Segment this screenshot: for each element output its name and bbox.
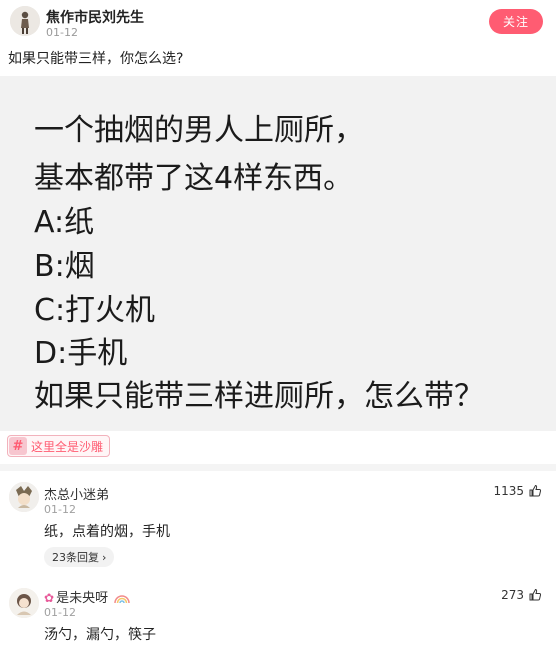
image-text-line: D:手机 <box>34 336 128 371</box>
post-image[interactable]: 一个抽烟的男人上厕所， 基本都带了这4样东西。 A:纸 B:烟 C:打火机 D:… <box>0 76 556 431</box>
comment-item: ✿ 是未央呀 01-12 汤勺，漏勺，筷子 273 <box>0 584 556 646</box>
rainbow-icon <box>114 595 130 604</box>
comment-item: 杰总小迷弟 01-12 纸，点着的烟，手机 1135 23条回复 › <box>0 478 556 568</box>
thumbs-up-icon <box>529 484 542 497</box>
image-text-line: 基本都带了这4样东西。 <box>34 161 354 196</box>
section-divider <box>0 464 556 471</box>
author-avatar[interactable] <box>10 6 40 36</box>
like-count: 1135 <box>493 484 524 498</box>
topic-tag-label: 这里全是沙雕 <box>31 439 104 454</box>
image-text-line: 如果只能带三样进厕所，怎么带？ <box>34 379 484 414</box>
author-name[interactable]: 焦作市民刘先生 <box>46 7 144 27</box>
commenter-name[interactable]: ✿ 是未央呀 <box>44 587 130 606</box>
replies-count-label: 23条回复 <box>52 551 99 564</box>
commenter-name[interactable]: 杰总小迷弟 <box>44 484 109 503</box>
image-text-line: C:打火机 <box>34 293 156 328</box>
like-control[interactable]: 273 <box>501 588 542 602</box>
view-replies-button[interactable]: 23条回复 › <box>44 547 115 567</box>
comment-text: 纸，点着的烟，手机 <box>44 524 170 540</box>
post-date: 01-12 <box>46 26 78 39</box>
commenter-avatar[interactable] <box>9 482 39 512</box>
flower-icon: ✿ <box>44 591 55 605</box>
image-text-line: 一个抽烟的男人上厕所， <box>34 113 364 148</box>
topic-tag[interactable]: # 这里全是沙雕 <box>7 435 111 457</box>
hashtag-icon: # <box>9 437 27 455</box>
avatar-girl-icon <box>9 588 39 618</box>
like-control[interactable]: 1135 <box>493 484 542 498</box>
comment-text: 汤勺，漏勺，筷子 <box>44 627 156 643</box>
commenter-avatar[interactable] <box>9 588 39 618</box>
avatar-figure-icon <box>10 6 40 36</box>
comment-date: 01-12 <box>44 606 76 619</box>
avatar-character-icon <box>9 482 39 512</box>
follow-button[interactable]: 关注 <box>489 9 543 34</box>
post-header: 焦作市民刘先生 01-12 关注 <box>0 0 556 46</box>
chevron-right-icon: › <box>102 550 107 564</box>
comment-date: 01-12 <box>44 503 76 516</box>
thumbs-up-icon <box>529 588 542 601</box>
commenter-name-text: 是未央呀 <box>56 591 109 606</box>
image-text-line: A:纸 <box>34 205 95 240</box>
post-title: 如果只能带三样，你怎么选? <box>8 51 184 67</box>
like-count: 273 <box>501 588 524 602</box>
image-text-line: B:烟 <box>34 249 95 284</box>
